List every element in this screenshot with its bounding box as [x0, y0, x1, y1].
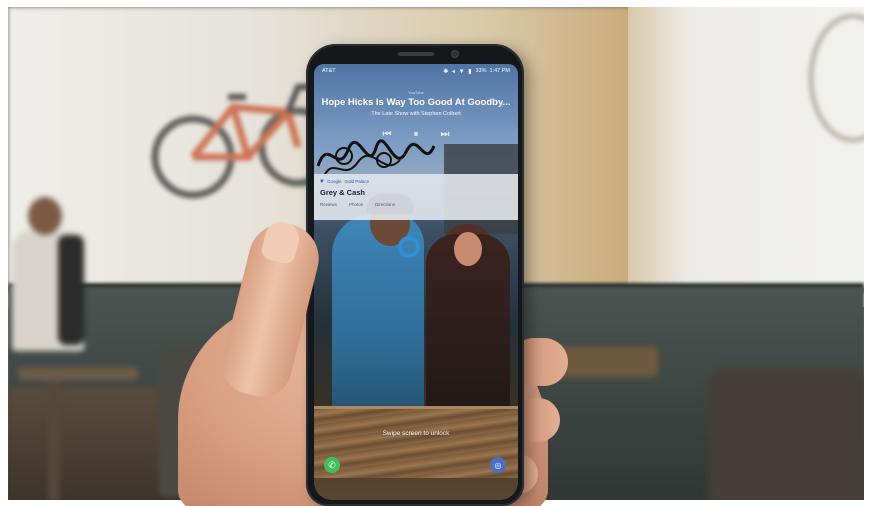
media-app-name: YouTube: [408, 90, 424, 95]
notification-action-photos[interactable]: Photos: [349, 202, 363, 207]
notification-title: Grey & Cash: [320, 188, 366, 197]
background-chair-right: [708, 367, 864, 500]
earpiece-speaker: [398, 52, 434, 56]
notification-actions: Reviews Photos Directions: [320, 202, 512, 207]
wallpaper-person-face: [454, 232, 482, 266]
media-subtitle: The Late Show with Stephen Colbert: [371, 111, 461, 117]
status-time: 1:47 PM: [489, 68, 510, 74]
status-icons: ✱ ◂ ▼ ▮: [443, 68, 473, 75]
next-track-icon[interactable]: ⏭: [441, 129, 450, 140]
media-controls: ⏮ ⏸ ⏭: [314, 129, 518, 140]
notification-app-meta: Gold Palace: [344, 178, 369, 184]
google-notification[interactable]: ◉ Google Gold Palace Grey & Cash Reviews…: [314, 174, 518, 220]
notification-app: Google: [326, 178, 342, 184]
front-camera: [451, 50, 459, 58]
lock-screen[interactable]: AT&T ✱ ◂ ▼ ▮ 33% 1:47 PM YouTube Hope Hi…: [314, 64, 518, 500]
notification-action-reviews[interactable]: Reviews: [320, 202, 337, 207]
previous-track-icon[interactable]: ⏮: [383, 129, 392, 140]
google-icon: ◉: [320, 178, 324, 183]
media-title: Hope Hicks Is Way Too Good At Goodby...: [321, 97, 511, 108]
phone-icon[interactable]: ✆: [324, 457, 340, 473]
wallpaper-log: [314, 406, 518, 478]
wallpaper-headphones: [398, 236, 420, 258]
camera-icon[interactable]: ◎: [490, 457, 506, 473]
notification-action-directions[interactable]: Directions: [375, 202, 395, 207]
notification-header: ◉ Google Gold Palace: [320, 178, 512, 184]
battery-percent: 33%: [475, 68, 487, 74]
background-person: [8, 187, 88, 357]
unlock-hint: Swipe screen to unlock: [382, 430, 450, 437]
smartphone: AT&T ✱ ◂ ▼ ▮ 33% 1:47 PM YouTube Hope Hi…: [306, 44, 524, 506]
carrier-label: AT&T: [322, 68, 336, 74]
media-notification[interactable]: YouTube Hope Hicks Is Way Too Good At Go…: [314, 86, 518, 168]
status-bar: AT&T ✱ ◂ ▼ ▮ 33% 1:47 PM: [314, 64, 518, 78]
pause-icon[interactable]: ⏸: [414, 129, 419, 140]
status-right: ✱ ◂ ▼ ▮ 33% 1:47 PM: [443, 68, 510, 75]
